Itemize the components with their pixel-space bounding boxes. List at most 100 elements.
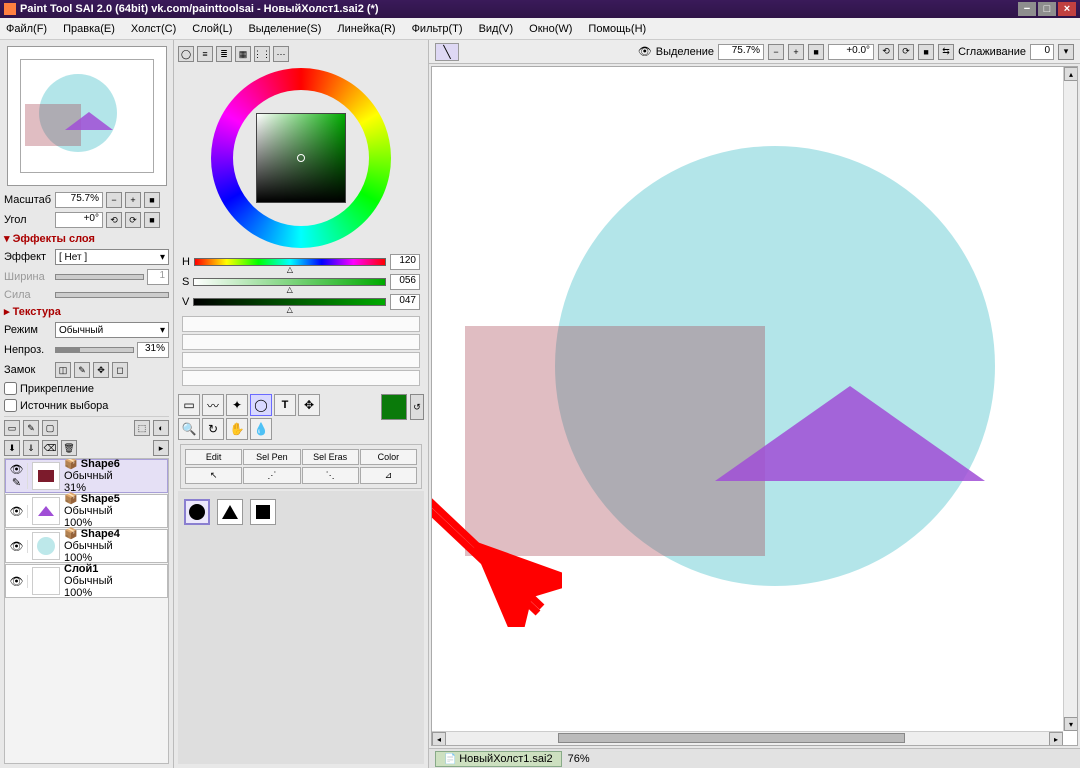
maximize-button[interactable]: □	[1038, 2, 1056, 16]
merge-down-button[interactable]: ⬇	[4, 440, 20, 456]
canvas-zoom-out[interactable]: −	[768, 44, 784, 60]
v-slider[interactable]: △	[193, 298, 386, 306]
foreground-color-swatch[interactable]	[381, 394, 407, 420]
swatch-slot[interactable]	[182, 334, 420, 350]
color-wheel[interactable]	[211, 68, 391, 248]
swatch-slot[interactable]	[182, 370, 420, 386]
angle-value[interactable]: +0°	[55, 212, 103, 228]
rotate-reset-button[interactable]: ■	[144, 212, 160, 228]
canvas-rotate-reset[interactable]: ■	[918, 44, 934, 60]
rotate-tool[interactable]: ↻	[202, 418, 224, 440]
canvas-angle-value[interactable]: +0.0°	[828, 44, 874, 60]
effect-dropdown[interactable]: [ Нет ]	[55, 249, 169, 265]
scroll-down-button[interactable]: ▾	[1064, 717, 1078, 731]
attach-checkbox[interactable]	[4, 382, 17, 395]
zoom-tool[interactable]: 🔍	[178, 418, 200, 440]
hsv-sliders-icon[interactable]: ≣	[216, 46, 232, 62]
rotate-cw-button[interactable]: ⟳	[125, 212, 141, 228]
move-tool[interactable]: ✥	[298, 394, 320, 416]
scale-value[interactable]: 75.7%	[55, 192, 103, 208]
eyedropper-tool[interactable]: 💧	[250, 418, 272, 440]
layer-shape6[interactable]: 👁✎ 📦 Shape6Обычный31%	[5, 459, 168, 493]
hand-tool[interactable]: ✋	[226, 418, 248, 440]
canvas-rotate-cw[interactable]: ⟳	[898, 44, 914, 60]
navigator-preview[interactable]	[7, 46, 167, 186]
canvas-zoom-value[interactable]: 75.7%	[718, 44, 764, 60]
menu-ruler[interactable]: Линейка(R)	[337, 23, 395, 35]
texture-header[interactable]: ▸ Текстура	[4, 305, 169, 318]
layer-effects-header[interactable]: ▾ Эффекты слоя	[4, 232, 169, 245]
new-vector-layer-button[interactable]: ✎	[23, 420, 39, 436]
minimize-button[interactable]: −	[1018, 2, 1036, 16]
brush-tab-color[interactable]: Color	[360, 449, 417, 465]
canvas-rotate-ccw[interactable]: ⟲	[878, 44, 894, 60]
brush-preset-4[interactable]: ⊿	[360, 467, 417, 484]
menu-help[interactable]: Помощь(H)	[588, 23, 646, 35]
clear-layer-button[interactable]: ⌫	[42, 440, 58, 456]
eye-icon[interactable]: 👁	[10, 463, 24, 476]
menu-canvas[interactable]: Холст(C)	[131, 23, 176, 35]
brush-tab-edit[interactable]: Edit	[185, 449, 242, 465]
canvas-zoom-in[interactable]: +	[788, 44, 804, 60]
scroll-up-button[interactable]: ▴	[1064, 67, 1078, 81]
swap-colors-button[interactable]: ↺	[410, 394, 424, 420]
canvas-zoom-fit[interactable]: ■	[808, 44, 824, 60]
brush-preset-3[interactable]: ⋱	[302, 467, 359, 484]
opacity-value[interactable]: 31%	[137, 342, 169, 358]
text-tool[interactable]: T	[274, 394, 296, 416]
menu-window[interactable]: Окно(W)	[529, 23, 572, 35]
canvas-viewport[interactable]: ▴ ▾ ◂ ▸	[431, 66, 1078, 746]
line-tool-icon[interactable]: ╲	[435, 43, 459, 61]
delete-layer-button[interactable]: 🗑	[61, 440, 77, 456]
vertical-scrollbar[interactable]: ▴ ▾	[1063, 67, 1077, 731]
v-value[interactable]: 047	[390, 294, 420, 310]
zoom-in-button[interactable]: +	[125, 192, 141, 208]
h-value[interactable]: 120	[390, 254, 420, 270]
rotate-ccw-button[interactable]: ⟲	[106, 212, 122, 228]
swatches-icon[interactable]: ⋮⋮	[254, 46, 270, 62]
source-checkbox[interactable]	[4, 399, 17, 412]
h-slider[interactable]: △	[194, 258, 386, 266]
lasso-tool[interactable]: 〰	[202, 394, 224, 416]
scroll-right-button[interactable]: ▸	[1049, 732, 1063, 746]
brush-tab-seleras[interactable]: Sel Eras	[302, 449, 359, 465]
lock-alpha-button[interactable]: ◫	[55, 362, 71, 378]
menu-selection[interactable]: Выделение(S)	[248, 23, 321, 35]
menu-edit[interactable]: Правка(E)	[63, 23, 115, 35]
eye-icon[interactable]: 👁	[10, 540, 24, 553]
smoothing-dropdown[interactable]: ▾	[1058, 44, 1074, 60]
menu-layer[interactable]: Слой(L)	[192, 23, 232, 35]
rgb-sliders-icon[interactable]: ≡	[197, 46, 213, 62]
canvas-mirror[interactable]: ⇆	[938, 44, 954, 60]
horizontal-scrollbar[interactable]: ◂ ▸	[432, 731, 1063, 745]
eye-icon[interactable]: 👁	[10, 575, 24, 588]
document-tab[interactable]: 📄 НовыйХолст1.sai2	[435, 751, 562, 767]
sv-picker[interactable]	[256, 113, 346, 203]
eye-icon[interactable]: 👁	[10, 505, 24, 518]
swatch-slot[interactable]	[182, 352, 420, 368]
blend-mode-dropdown[interactable]: Обычный	[55, 322, 169, 338]
brush-tab-selpen[interactable]: Sel Pen	[243, 449, 300, 465]
s-slider[interactable]: △	[193, 278, 386, 286]
brush-preset-2[interactable]: ⋰	[243, 467, 300, 484]
scratchpad-icon[interactable]: ⋯	[273, 46, 289, 62]
rect-select-tool[interactable]: ▭	[178, 394, 200, 416]
layer-shape4[interactable]: 👁 📦 Shape4Обычный100%	[5, 529, 168, 563]
smoothing-value[interactable]: 0	[1030, 44, 1054, 60]
transfer-down-button[interactable]: ⇓	[23, 440, 39, 456]
new-folder-button[interactable]: ▢	[42, 420, 58, 436]
menu-filter[interactable]: Фильтр(T)	[412, 23, 463, 35]
swatch-slot[interactable]	[182, 316, 420, 332]
clipping-button[interactable]: ◐	[153, 420, 169, 436]
layer-base[interactable]: 👁 Слой1Обычный100%	[5, 564, 168, 598]
shape-rectangle-button[interactable]	[250, 499, 276, 525]
mask-button[interactable]: ⬚	[134, 420, 150, 436]
close-button[interactable]: ×	[1058, 2, 1076, 16]
s-value[interactable]: 056	[390, 274, 420, 290]
shape-ellipse-button[interactable]	[184, 499, 210, 525]
lock-move-button[interactable]: ✥	[93, 362, 109, 378]
shape-tool[interactable]: ◯	[250, 394, 272, 416]
opacity-slider[interactable]	[55, 347, 134, 353]
zoom-fit-button[interactable]: ■	[144, 192, 160, 208]
new-layer-button[interactable]: ▭	[4, 420, 20, 436]
